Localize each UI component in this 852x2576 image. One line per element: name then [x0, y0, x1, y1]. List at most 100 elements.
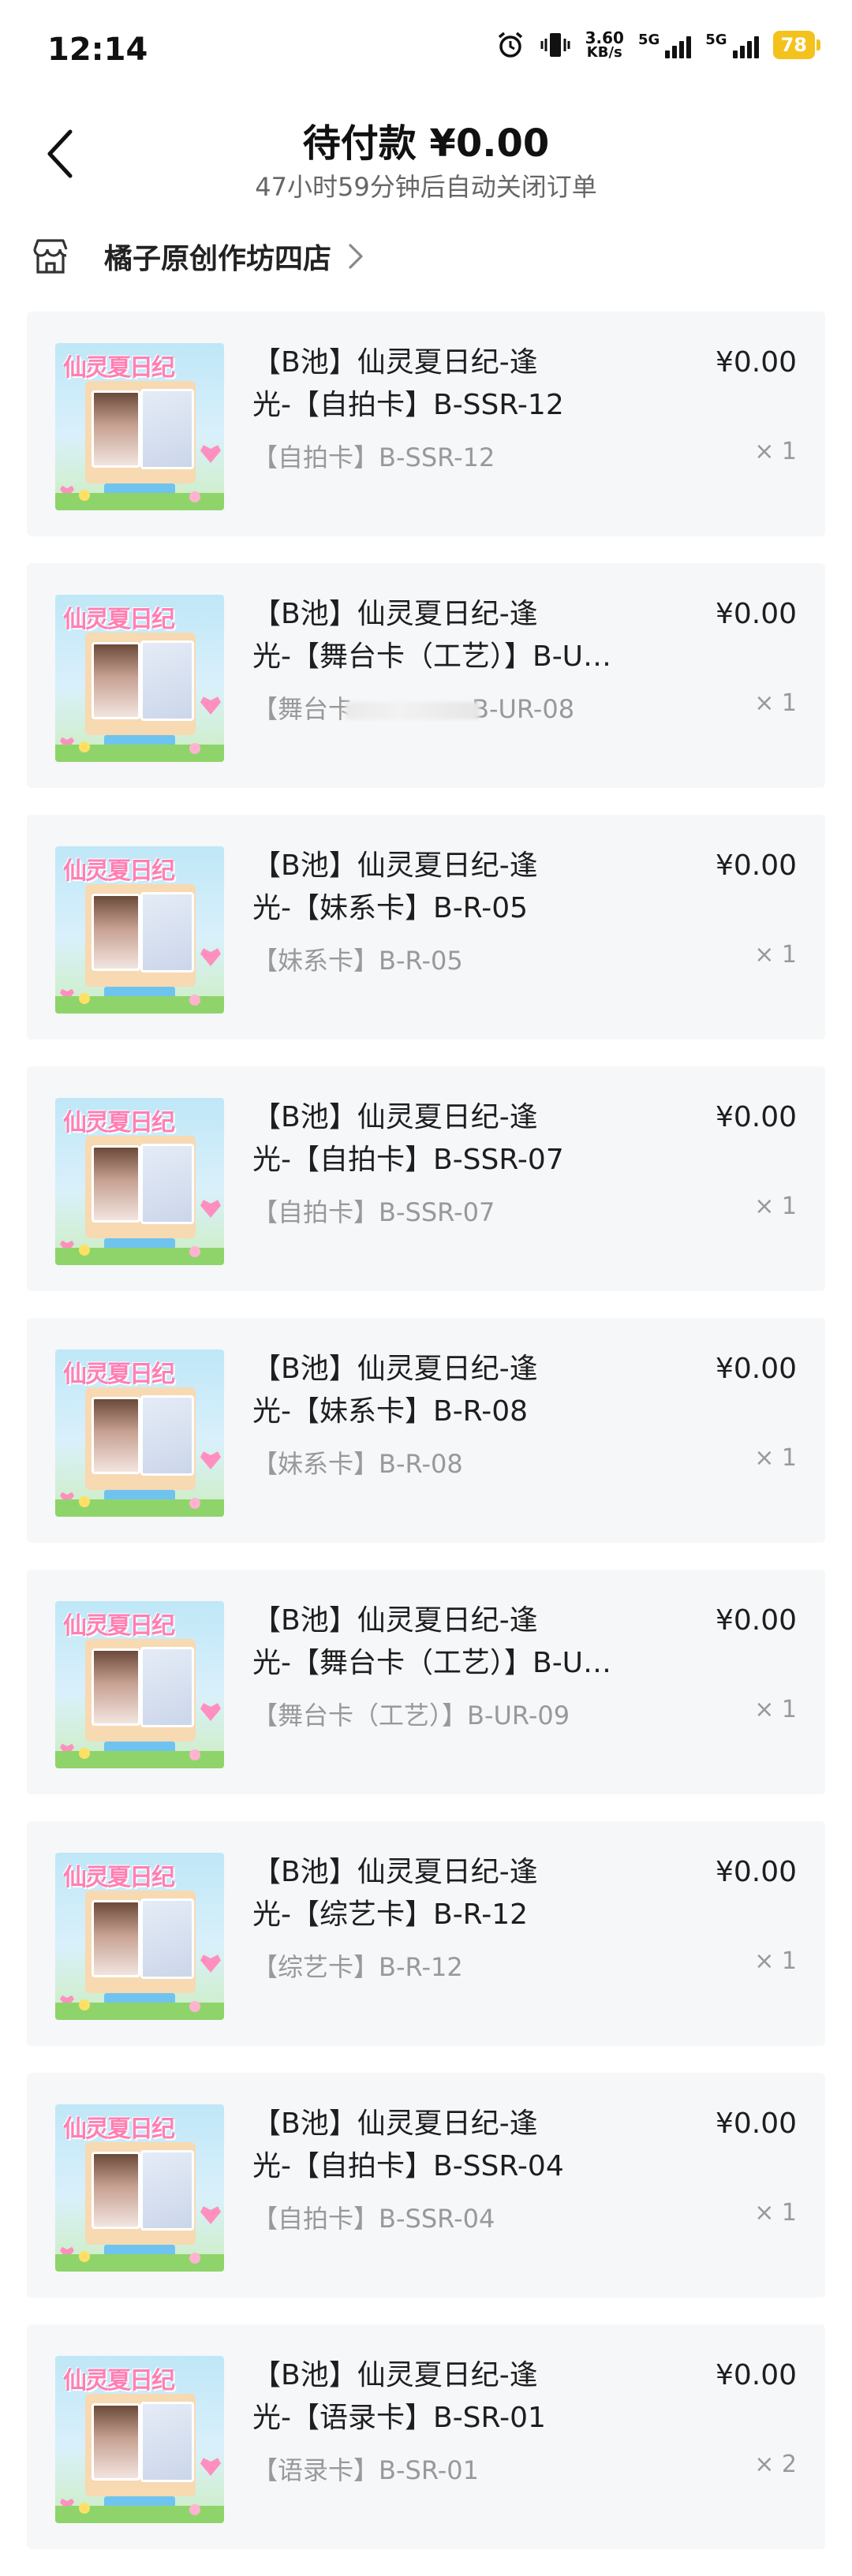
item-title: 【B池】仙灵夏日纪-逢 光-【自拍卡】B-SSR-12 — [252, 342, 694, 427]
item-title-line2: 光-【综艺卡】B-R-12 — [252, 1898, 529, 1931]
item-quantity: × 1 — [754, 689, 797, 717]
item-title-line2: 光-【自拍卡】B-SSR-04 — [252, 2150, 564, 2182]
net-speed-value: 3.60 — [585, 28, 624, 47]
status-bar: 12:14 3.60 KB/s 5G 5G 78 — [0, 0, 852, 95]
item-title-line2: 光-【妹系卡】B-R-05 — [252, 892, 529, 924]
signal-1-icon: 5G — [637, 32, 692, 58]
item-spec: 【自拍卡】B-SSR-04 — [252, 2204, 495, 2234]
heart-icon — [200, 1451, 221, 1469]
item-spec-part: B-UR-08 — [472, 694, 575, 724]
heart-icon — [200, 696, 221, 715]
product-thumbnail: 仙灵夏日纪 — [55, 1098, 224, 1265]
store-name: 橘子原创作坊四店 — [104, 243, 332, 275]
item-spec: 【综艺卡】B-R-12 — [252, 1952, 463, 1982]
page-header: 待付款 ¥0.00 47小时59分钟后自动关闭订单 — [0, 103, 852, 213]
item-title-line2: 光-【舞台卡（工艺）】B-U… — [252, 1647, 612, 1679]
battery-tip — [816, 39, 820, 50]
alarm-icon — [495, 30, 525, 60]
thumbnail-logo: 仙灵夏日纪 — [63, 2367, 175, 2395]
product-thumbnail: 仙灵夏日纪 — [55, 1350, 224, 1517]
item-price: ¥0.00 — [715, 2359, 797, 2391]
order-item[interactable]: 仙灵夏日纪 【B池】仙灵夏日纪-逢 光-【舞台卡（工艺）】B-U… 【舞台卡 B-… — [27, 563, 825, 788]
item-title-line1: 【B池】仙灵夏日纪-逢 — [252, 1353, 538, 1385]
order-item-list: 仙灵夏日纪 【B池】仙灵夏日纪-逢 光-【自拍卡】B-SSR-12 【自拍卡】B… — [27, 312, 825, 2576]
order-item[interactable]: 仙灵夏日纪 【B池】仙灵夏日纪-逢 光-【妹系卡】B-R-05 【妹系卡】B-R… — [27, 815, 825, 1040]
item-quantity: × 1 — [754, 1947, 797, 1975]
heart-icon — [200, 1954, 221, 1973]
item-title: 【B池】仙灵夏日纪-逢 光-【自拍卡】B-SSR-04 — [252, 2103, 694, 2188]
item-title-line2: 光-【自拍卡】B-SSR-07 — [252, 1144, 564, 1176]
page-title: 待付款 ¥0.00 — [302, 121, 550, 166]
thumbnail-logo: 仙灵夏日纪 — [63, 1109, 175, 1137]
thumbnail-logo: 仙灵夏日纪 — [63, 606, 175, 633]
net-speed-unit: KB/s — [586, 44, 622, 61]
item-quantity: × 1 — [754, 941, 797, 969]
item-title: 【B池】仙灵夏日纪-逢 光-【妹系卡】B-R-08 — [252, 1348, 694, 1433]
item-spec: 【妹系卡】B-R-05 — [252, 946, 463, 976]
item-quantity: × 1 — [754, 1193, 797, 1220]
item-spec: 【语录卡】B-SR-01 — [252, 2455, 480, 2485]
item-title-line1: 【B池】仙灵夏日纪-逢 — [252, 2107, 538, 2140]
store-icon — [32, 237, 69, 275]
item-title-line1: 【B池】仙灵夏日纪-逢 — [252, 1604, 538, 1637]
item-title-line2: 光-【舞台卡（工艺）】B-U… — [252, 640, 612, 673]
product-thumbnail: 仙灵夏日纪 — [55, 595, 224, 762]
item-title: 【B池】仙灵夏日纪-逢 光-【自拍卡】B-SSR-07 — [252, 1096, 694, 1182]
sim2-label: 5G — [705, 32, 727, 48]
thumbnail-logo: 仙灵夏日纪 — [63, 1612, 175, 1640]
item-price: ¥0.00 — [715, 1604, 797, 1637]
redacted-blur — [346, 702, 480, 719]
product-thumbnail: 仙灵夏日纪 — [55, 1601, 224, 1768]
heart-icon — [200, 2458, 221, 2476]
item-title: 【B池】仙灵夏日纪-逢 光-【语录卡】B-SR-01 — [252, 2354, 694, 2440]
item-price: ¥0.00 — [715, 598, 797, 630]
item-quantity: × 2 — [754, 2451, 797, 2478]
item-spec: 【妹系卡】B-R-08 — [252, 1449, 463, 1479]
heart-icon — [200, 1200, 221, 1218]
item-title-line1: 【B池】仙灵夏日纪-逢 — [252, 849, 538, 882]
item-price: ¥0.00 — [715, 346, 797, 379]
order-item[interactable]: 仙灵夏日纪 【B池】仙灵夏日纪-逢 光-【综艺卡】B-R-12 【综艺卡】B-R… — [27, 1821, 825, 2046]
heart-icon — [200, 445, 221, 463]
order-item[interactable]: 仙灵夏日纪 【B池】仙灵夏日纪-逢 光-【自拍卡】B-SSR-04 【自拍卡】B… — [27, 2073, 825, 2298]
item-quantity: × 1 — [754, 2199, 797, 2227]
item-spec: 【自拍卡】B-SSR-07 — [252, 1197, 495, 1227]
item-quantity: × 1 — [754, 1444, 797, 1472]
product-thumbnail: 仙灵夏日纪 — [55, 1853, 224, 2020]
signal-2-icon: 5G — [705, 32, 759, 58]
item-spec: 【舞台卡（工艺）】B-UR-09 — [252, 1701, 570, 1730]
vibrate-icon — [540, 31, 571, 59]
item-quantity: × 1 — [754, 438, 797, 465]
item-title: 【B池】仙灵夏日纪-逢 光-【综艺卡】B-R-12 — [252, 1851, 694, 1936]
heart-icon — [200, 1703, 221, 1721]
item-title: 【B池】仙灵夏日纪-逢 光-【舞台卡（工艺）】B-U… — [252, 593, 694, 678]
item-title-line1: 【B池】仙灵夏日纪-逢 — [252, 1101, 538, 1133]
product-thumbnail: 仙灵夏日纪 — [55, 343, 224, 510]
item-spec: 【自拍卡】B-SSR-12 — [252, 442, 495, 472]
item-title: 【B池】仙灵夏日纪-逢 光-【舞台卡（工艺）】B-U… — [252, 1600, 694, 1685]
product-thumbnail: 仙灵夏日纪 — [55, 2104, 224, 2272]
order-item[interactable]: 仙灵夏日纪 【B池】仙灵夏日纪-逢 光-【舞台卡（工艺）】B-U… 【舞台卡（工… — [27, 1570, 825, 1794]
item-title: 【B池】仙灵夏日纪-逢 光-【妹系卡】B-R-05 — [252, 845, 694, 930]
item-title-line2: 光-【自拍卡】B-SSR-12 — [252, 389, 564, 421]
item-title-line2: 光-【妹系卡】B-R-08 — [252, 1395, 529, 1428]
item-title-line1: 【B池】仙灵夏日纪-逢 — [252, 1856, 538, 1888]
item-title-line2: 光-【语录卡】B-SR-01 — [252, 2402, 546, 2434]
order-item[interactable]: 仙灵夏日纪 【B池】仙灵夏日纪-逢 光-【妹系卡】B-R-08 【妹系卡】B-R… — [27, 1318, 825, 1543]
net-speed: 3.60 KB/s — [585, 30, 624, 60]
product-thumbnail: 仙灵夏日纪 — [55, 846, 224, 1014]
item-title-line1: 【B池】仙灵夏日纪-逢 — [252, 598, 538, 630]
order-item[interactable]: 仙灵夏日纪 【B池】仙灵夏日纪-逢 光-【语录卡】B-SR-01 【语录卡】B-… — [27, 2324, 825, 2549]
status-time: 12:14 — [47, 32, 148, 68]
order-item[interactable]: 仙灵夏日纪 【B池】仙灵夏日纪-逢 光-【自拍卡】B-SSR-12 【自拍卡】B… — [27, 312, 825, 536]
thumbnail-logo: 仙灵夏日纪 — [63, 2115, 175, 2143]
item-spec-part: 【舞台卡 — [252, 694, 354, 724]
item-title-line1: 【B池】仙灵夏日纪-逢 — [252, 2359, 538, 2391]
thumbnail-logo: 仙灵夏日纪 — [63, 857, 175, 885]
store-link[interactable]: 橘子原创作坊四店 — [32, 229, 364, 284]
thumbnail-logo: 仙灵夏日纪 — [63, 1864, 175, 1891]
item-price: ¥0.00 — [715, 849, 797, 882]
sim1-label: 5G — [637, 32, 660, 48]
item-price: ¥0.00 — [715, 1353, 797, 1385]
order-item[interactable]: 仙灵夏日纪 【B池】仙灵夏日纪-逢 光-【自拍卡】B-SSR-07 【自拍卡】B… — [27, 1066, 825, 1291]
